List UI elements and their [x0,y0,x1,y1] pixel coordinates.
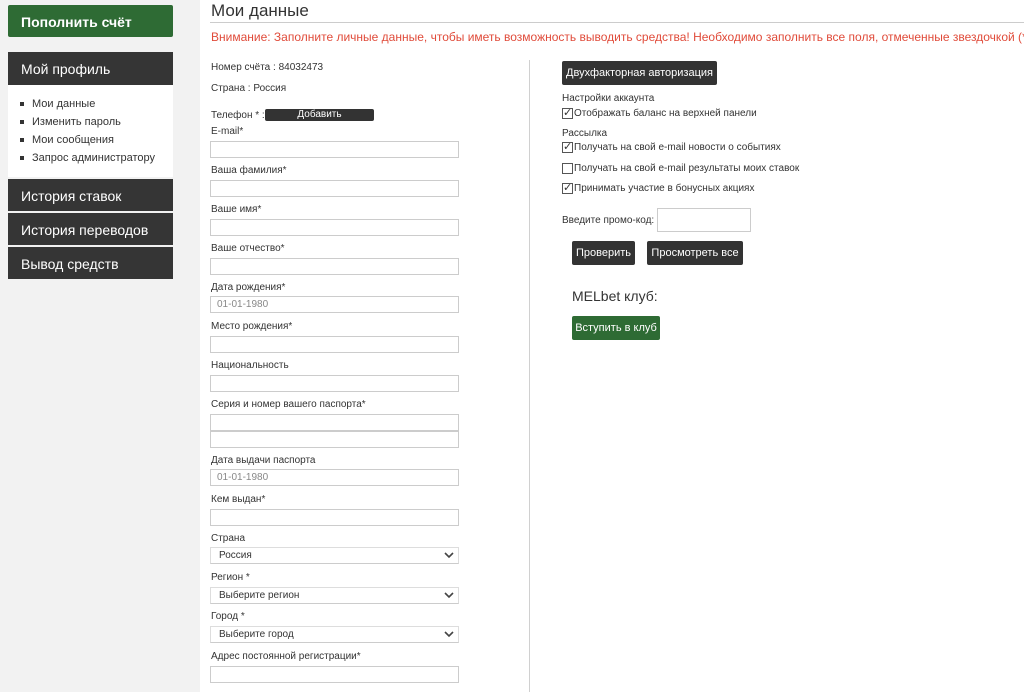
address-field[interactable] [210,666,459,683]
submenu-label: Мои сообщения [32,134,114,146]
nationality-field[interactable] [210,375,459,392]
patronymic-field[interactable] [210,258,459,275]
passport-date-field[interactable] [210,469,459,486]
show-balance-checkbox[interactable] [562,106,573,119]
view-all-button[interactable]: Просмотреть все [647,241,743,265]
promo-code-input[interactable] [657,208,751,232]
account-number: Номер счёта : 84032473 [211,62,324,73]
bonus-checkbox[interactable] [562,181,573,194]
bonus-option[interactable]: Принимать участие в бонусных акциях [562,181,755,194]
passport-label: Серия и номер вашего паспорта* [211,399,366,410]
issued-by-field[interactable] [210,509,459,526]
patronymic-label: Ваше отчество* [211,243,285,254]
submenu-item-messages[interactable]: Мои сообщения [8,131,173,149]
news-email-checkbox[interactable] [562,140,573,153]
nationality-label: Национальность [211,360,289,371]
birthplace-field[interactable] [210,336,459,353]
add-phone-button[interactable]: Добавить [265,109,374,121]
city-select[interactable]: Выберите город [210,626,459,643]
passport-number-field[interactable] [210,431,459,448]
submenu-item-admin-request[interactable]: Запрос администратору [8,149,173,167]
submenu-label: Запрос администратору [32,152,156,164]
surname-label: Ваша фамилия* [211,165,287,176]
bullet-icon [20,156,24,160]
newsletter-heading: Рассылка [562,128,608,139]
city-label: Город * [211,611,245,622]
sidebar-item-bets-history[interactable]: История ставок [8,179,173,211]
bullet-icon [20,120,24,124]
email-label: E-mail* [211,126,244,137]
promo-label: Введите промо-код: [562,215,655,226]
birthdate-label: Дата рождения* [211,282,286,293]
name-field[interactable] [210,219,459,236]
phone-label: Телефон * : [211,110,265,121]
submenu-label: Мои данные [32,98,96,110]
account-settings-heading: Настройки аккаунта [562,93,655,104]
chevron-down-icon [444,552,454,559]
bullet-icon [20,138,24,142]
sidebar-item-withdraw[interactable]: Вывод средств [8,247,173,279]
show-balance-option[interactable]: Отображать баланс на верхней панели [562,106,757,119]
birthplace-label: Место рождения* [211,321,293,332]
main-content: Мои данные Внимание: Заполните личные да… [200,0,1024,692]
country-info: Страна : Россия [211,83,287,94]
bonus-label: Принимать участие в бонусных акциях [574,183,755,194]
submenu-label: Изменить пароль [32,116,121,128]
club-title: MELbet клуб: [572,288,658,304]
bullet-icon [20,102,24,106]
results-email-checkbox[interactable] [562,163,573,174]
country-value: Россия [219,550,252,561]
divider [210,22,1024,23]
news-email-label: Получать на свой e-mail новости о событи… [574,142,781,153]
country-label: Страна [211,533,246,544]
two-factor-auth-button[interactable]: Двухфакторная авторизация [562,61,717,85]
region-select[interactable]: Выберите регион [210,587,459,604]
issued-by-label: Кем выдан* [211,494,266,505]
region-label: Регион * [211,572,250,583]
address-label: Адрес постоянной регистрации* [211,651,361,662]
passport-series-field[interactable] [210,414,459,431]
check-promo-button[interactable]: Проверить [572,241,635,265]
city-value: Выберите город [219,629,294,640]
warning-message: Внимание: Заполните личные данные, чтобы… [211,30,1024,44]
submenu-item-my-data[interactable]: Мои данные [8,95,173,113]
profile-submenu: Мои данные Изменить пароль Мои сообщения… [8,85,173,177]
submenu-item-change-password[interactable]: Изменить пароль [8,113,173,131]
chevron-down-icon [444,631,454,638]
news-email-option[interactable]: Получать на свой e-mail новости о событи… [562,140,781,153]
country-select[interactable]: Россия [210,547,459,564]
sidebar-item-transfers-history[interactable]: История переводов [8,213,173,245]
email-field[interactable] [210,141,459,158]
chevron-down-icon [444,592,454,599]
sidebar-item-profile[interactable]: Мой профиль [8,52,173,85]
page-title: Мои данные [211,1,309,20]
passport-date-label: Дата выдачи паспорта [211,455,316,466]
topup-button[interactable]: Пополнить счёт [8,5,173,37]
birthdate-field[interactable] [210,296,459,313]
surname-field[interactable] [210,180,459,197]
results-email-label: Получать на свой e-mail результаты моих … [574,163,800,174]
show-balance-label: Отображать баланс на верхней панели [574,108,757,119]
region-value: Выберите регион [219,590,300,601]
column-divider [529,60,530,692]
name-label: Ваше имя* [211,204,262,215]
results-email-option[interactable]: Получать на свой e-mail результаты моих … [562,163,799,174]
join-club-button[interactable]: Вступить в клуб [572,316,660,340]
sidebar: Пополнить счёт Мой профиль Мои данные Из… [0,0,180,692]
